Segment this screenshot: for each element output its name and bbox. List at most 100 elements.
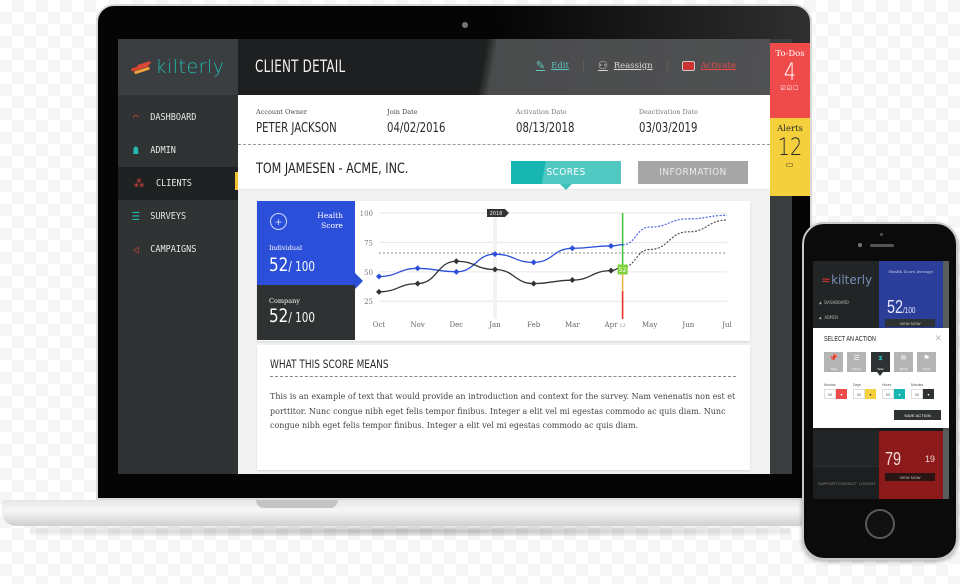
client-name: TOM JAMESEN - ACME, INC. xyxy=(256,161,409,177)
sidebar-item-surveys[interactable]: ☰ SURVEYS xyxy=(118,200,237,233)
x-tick-label: Jul xyxy=(721,321,732,329)
brand-logo[interactable]: kilterly xyxy=(118,39,238,95)
close-icon[interactable]: ✕ xyxy=(934,333,942,344)
phone-nav-admin[interactable]: ▲ ADMIN xyxy=(819,316,838,321)
action-label: Survey xyxy=(851,367,862,371)
phone-nav-dashboard[interactable]: ▲ DASHBOARD xyxy=(819,301,849,306)
chevron-down-icon[interactable]: ▾ xyxy=(923,389,934,399)
data-point xyxy=(376,273,382,280)
data-point xyxy=(608,242,614,249)
tab-scores[interactable]: SCORES xyxy=(511,161,621,190)
todos-badge[interactable]: To-Dos 4 ☑☑☐ xyxy=(770,43,810,118)
year-marker-band xyxy=(493,213,497,319)
laptop-shadow xyxy=(30,526,790,536)
individual-label: Individual xyxy=(269,244,303,252)
individual-score-panel: + Health Score Individual 52/ 100 xyxy=(257,201,363,289)
activation-date-label: Activation Date xyxy=(515,108,567,116)
tab-information[interactable]: INFORMATION xyxy=(638,161,748,184)
edit-label: Edit xyxy=(551,60,569,71)
phone-red-view-now-button[interactable]: VIEW NOW xyxy=(885,473,935,481)
sidebar-item-campaigns[interactable]: ◁ CAMPAIGNS xyxy=(118,233,237,266)
pin-icon: 📌 xyxy=(829,355,838,362)
reassign-button[interactable]: ⚇ Reassign xyxy=(582,59,667,72)
chevron-down-icon[interactable]: ▾ xyxy=(836,389,847,399)
data-point xyxy=(414,280,421,287)
alerts-badge[interactable]: Alerts 12 ▭ xyxy=(770,118,810,196)
list-icon: ☰ xyxy=(853,355,860,362)
phone-sensor xyxy=(880,233,883,236)
company-score: 52/ 100 xyxy=(269,305,315,327)
list-icon: ☰ xyxy=(131,210,141,223)
sidebar: kilterly ◠ DASHBOARD ☗ ADMIN ⁂ CLIENTS ☰… xyxy=(118,39,238,474)
org-chart-icon: ☗ xyxy=(133,144,139,157)
hours-input[interactable]: 00 xyxy=(882,389,894,399)
sidebar-item-admin[interactable]: ☗ ADMIN xyxy=(118,134,237,167)
score-meaning-card: WHAT THIS SCORE MEANS This is an example… xyxy=(257,345,750,470)
deactivation-date: Deactivation Date 03/03/2019 xyxy=(639,108,770,145)
action-wait[interactable]: ⧗ Wait xyxy=(871,352,890,376)
page-title: CLIENT DETAIL xyxy=(255,57,346,77)
x-tick-label: Nov xyxy=(411,321,425,329)
health-plus-icon: + xyxy=(270,213,287,230)
health-score-card: + Health Score Individual 52/ 100 Compan… xyxy=(257,201,750,341)
action-label: Wait xyxy=(877,367,884,371)
x-tick-label: Dec xyxy=(449,321,463,329)
sidebar-item-label: CLIENTS xyxy=(156,178,192,189)
activate-button[interactable]: Activate xyxy=(666,60,750,71)
months-input[interactable]: 00 xyxy=(824,389,836,399)
minutes-field: Minutes 00 ▾ xyxy=(911,383,934,399)
x-tick-label: Feb xyxy=(527,321,541,329)
save-action-label: SAVE ACTION xyxy=(904,412,931,418)
sidebar-item-clients[interactable]: ⁂ CLIENTS xyxy=(118,167,238,200)
series-line-company xyxy=(378,260,623,293)
company-label: Company xyxy=(269,297,300,305)
header-bar: CLIENT DETAIL ✎ Edit ⚇ Reassign Activate xyxy=(238,39,770,95)
days-input[interactable]: 00 xyxy=(853,389,865,399)
individual-score: 52/ 100 xyxy=(269,254,315,276)
envelope-icon: ✉ xyxy=(900,355,907,362)
action-label: Task xyxy=(830,367,837,371)
chevron-down-icon[interactable]: ▾ xyxy=(865,389,876,399)
phone-camera xyxy=(858,243,862,247)
phone-view-now-button[interactable]: VIEW NOW xyxy=(885,319,935,327)
x-tick-label: Jun xyxy=(681,321,694,329)
action-email[interactable]: ✉ Email xyxy=(894,352,913,372)
action-task[interactable]: 📌 Task xyxy=(824,352,843,372)
phone-speaker xyxy=(870,244,894,247)
chevron-down-icon[interactable]: ▾ xyxy=(894,389,905,399)
account-owner-label: Account Owner xyxy=(256,108,307,116)
phone: ≈kilterly ▲ DASHBOARD ▲ ADMIN Health Sco… xyxy=(802,222,958,560)
action-survey[interactable]: ☰ Survey xyxy=(847,352,866,372)
sidebar-item-dashboard[interactable]: ◠ DASHBOARD xyxy=(118,101,237,134)
home-button[interactable] xyxy=(865,509,895,539)
action-label: Finish xyxy=(922,367,931,371)
divider xyxy=(270,376,736,377)
x-tick-label: Jan xyxy=(488,321,501,329)
score-meaning-title: WHAT THIS SCORE MEANS xyxy=(270,357,389,371)
save-action-button[interactable]: SAVE ACTION xyxy=(894,410,941,420)
phone-contact-link[interactable]: CONTACT xyxy=(838,481,857,486)
y-tick-label: 50 xyxy=(364,269,373,277)
gauge-icon: ◠ xyxy=(133,111,139,124)
phone-nav-label: DASHBOARD xyxy=(824,301,849,306)
main-content: Account Owner PETER JACKSON Join Date 04… xyxy=(238,95,770,474)
year-marker-label: 2018 xyxy=(490,211,503,217)
phone-logout-link[interactable]: LOGOUT xyxy=(859,481,876,486)
header-actions: ✎ Edit ⚇ Reassign Activate xyxy=(522,59,750,72)
phone-nav-label: ADMIN xyxy=(824,316,838,321)
action-finish[interactable]: ⚑ Finish xyxy=(917,352,936,372)
data-point xyxy=(569,277,576,284)
series-projection-individual xyxy=(622,214,728,246)
checkbox-icon: ☑☑☐ xyxy=(780,86,800,93)
user-gear-icon: ⚇ xyxy=(597,59,608,72)
select-action-modal: SELECT AN ACTION ✕ 📌 Task ☰ Survey ⧗ Wait ✉… xyxy=(813,328,949,428)
y-tick-label: 75 xyxy=(364,239,373,247)
view-now-label: VIEW NOW xyxy=(899,474,921,480)
edit-button[interactable]: ✎ Edit xyxy=(522,59,583,72)
company-score-max: / 100 xyxy=(288,311,316,326)
join-date-label: Join Date xyxy=(387,108,418,116)
phone-support-link[interactable]: SUPPORT xyxy=(818,481,837,486)
field-label: Hours xyxy=(882,383,892,387)
data-point xyxy=(376,288,382,295)
minutes-input[interactable]: 00 xyxy=(911,389,923,399)
